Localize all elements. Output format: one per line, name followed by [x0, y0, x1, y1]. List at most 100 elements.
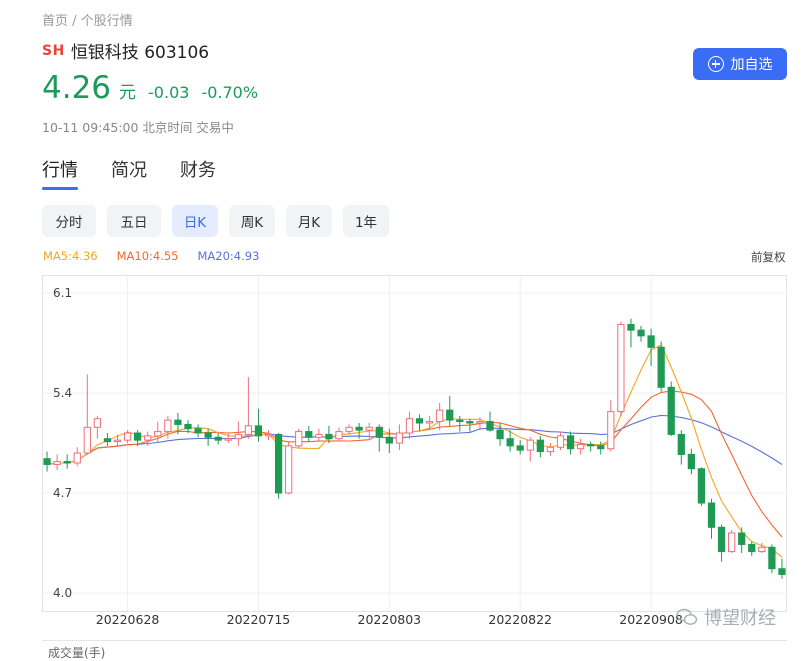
- candle-body: [415, 418, 424, 424]
- down-candle: [486, 411, 494, 432]
- candlestick-chart[interactable]: 6.15.44.74.0 20220628 20220715 20220803 202…: [42, 275, 787, 635]
- period-daily-k-button[interactable]: 日K: [172, 205, 218, 237]
- candle-body: [516, 445, 524, 451]
- candle-body: [234, 433, 242, 440]
- up-candle: [264, 430, 273, 441]
- down-candle: [254, 408, 263, 442]
- period-1year-button[interactable]: 1年: [343, 205, 389, 237]
- ma20-value: MA20:4.93: [197, 249, 260, 263]
- trade-time-status: 10-11 09:45:00 北京时间 交易中: [42, 120, 234, 135]
- candle-body: [546, 446, 555, 453]
- down-candle: [305, 425, 313, 442]
- up-candle: [83, 374, 91, 455]
- candle-body: [637, 329, 645, 337]
- price-unit: 元: [119, 83, 137, 103]
- up-candle: [123, 430, 132, 443]
- x-tick-label: 20220803: [358, 612, 422, 627]
- candle-body: [697, 468, 706, 504]
- add-watchlist-button[interactable]: 加自选: [693, 48, 787, 80]
- candle-body: [687, 453, 695, 470]
- candle-body: [667, 386, 675, 435]
- period-intraday-button[interactable]: 分时: [42, 205, 96, 237]
- breadcrumb-home-link[interactable]: 首页: [42, 14, 68, 29]
- up-candle: [576, 438, 585, 455]
- stock-name-code: 恒银科技 603106: [70, 43, 210, 63]
- up-candle: [395, 424, 404, 451]
- tab-finance[interactable]: 财务: [180, 156, 216, 190]
- tab-quote[interactable]: 行情: [42, 156, 78, 190]
- price-adjust-toggle[interactable]: 前复权: [751, 249, 786, 265]
- candle-body: [73, 452, 81, 464]
- candle-body: [536, 439, 544, 453]
- candle-body: [63, 461, 71, 464]
- candle-body: [113, 439, 122, 443]
- up-candle: [285, 441, 293, 495]
- up-candle: [607, 400, 615, 452]
- candle-body: [748, 543, 756, 553]
- up-candle: [728, 530, 736, 553]
- down-candle: [667, 381, 675, 436]
- candle-body: [717, 526, 726, 553]
- candle-body: [436, 409, 444, 423]
- candle-body: [315, 433, 323, 438]
- down-candle: [63, 454, 71, 469]
- down-candle: [627, 318, 635, 348]
- candle-body: [476, 421, 484, 424]
- exchange-badge: SH: [42, 42, 65, 59]
- candle-body: [758, 546, 766, 553]
- candle-body: [607, 411, 615, 450]
- plus-circle-icon: [707, 56, 724, 72]
- candle-body: [244, 425, 253, 435]
- up-candle: [93, 415, 101, 439]
- candle-body: [395, 432, 404, 444]
- candle-body: [566, 435, 575, 450]
- ma5-value: MA5:4.36: [43, 249, 98, 263]
- candle-body: [486, 421, 494, 431]
- period-5day-button[interactable]: 五日: [107, 205, 161, 237]
- stock-title: SH 恒银科技 603106: [42, 38, 210, 64]
- main-tabs: 行情 简况 财务: [42, 156, 249, 190]
- up-candle: [234, 421, 242, 446]
- candle-body: [385, 436, 393, 444]
- down-candle: [738, 527, 746, 553]
- period-weekly-k-button[interactable]: 周K: [229, 205, 275, 237]
- candle-body: [43, 458, 51, 465]
- candle-body: [93, 418, 101, 428]
- x-tick-label: 20220822: [488, 612, 552, 627]
- candle-body: [446, 409, 454, 421]
- candle-body: [425, 421, 434, 424]
- x-tick-label: 20220715: [227, 612, 291, 627]
- y-tick-label: 5.4: [53, 386, 72, 400]
- wechat-icon: [676, 608, 698, 625]
- x-tick-label: 20220908: [619, 612, 683, 627]
- candle-body: [204, 432, 212, 438]
- candle-body: [305, 431, 313, 438]
- candle-body: [647, 335, 655, 348]
- candle-body: [325, 433, 333, 440]
- down-candle: [204, 428, 212, 446]
- up-candle: [526, 437, 534, 462]
- down-candle: [697, 467, 706, 506]
- candle-body: [134, 432, 142, 441]
- up-candle: [345, 424, 353, 435]
- candles: [43, 318, 786, 579]
- down-candle: [415, 414, 424, 432]
- down-candle: [566, 431, 575, 455]
- candle-body: [345, 426, 353, 433]
- y-tick-label: 4.0: [53, 586, 72, 600]
- ma-legend: MA5:4.36 MA10:4.55 MA20:4.93: [43, 249, 278, 263]
- down-candle: [687, 448, 695, 475]
- candle-body: [496, 429, 504, 440]
- candle-body: [123, 432, 132, 441]
- period-monthly-k-button[interactable]: 月K: [286, 205, 332, 237]
- tab-profile[interactable]: 简况: [111, 156, 147, 190]
- down-candle: [214, 433, 222, 445]
- up-candle: [556, 431, 565, 451]
- down-candle: [657, 341, 665, 392]
- candle-body: [274, 433, 283, 494]
- down-candle: [587, 441, 595, 452]
- up-candle: [73, 447, 81, 466]
- down-candle: [446, 395, 454, 426]
- candle-body: [556, 435, 565, 448]
- up-candle: [335, 427, 343, 441]
